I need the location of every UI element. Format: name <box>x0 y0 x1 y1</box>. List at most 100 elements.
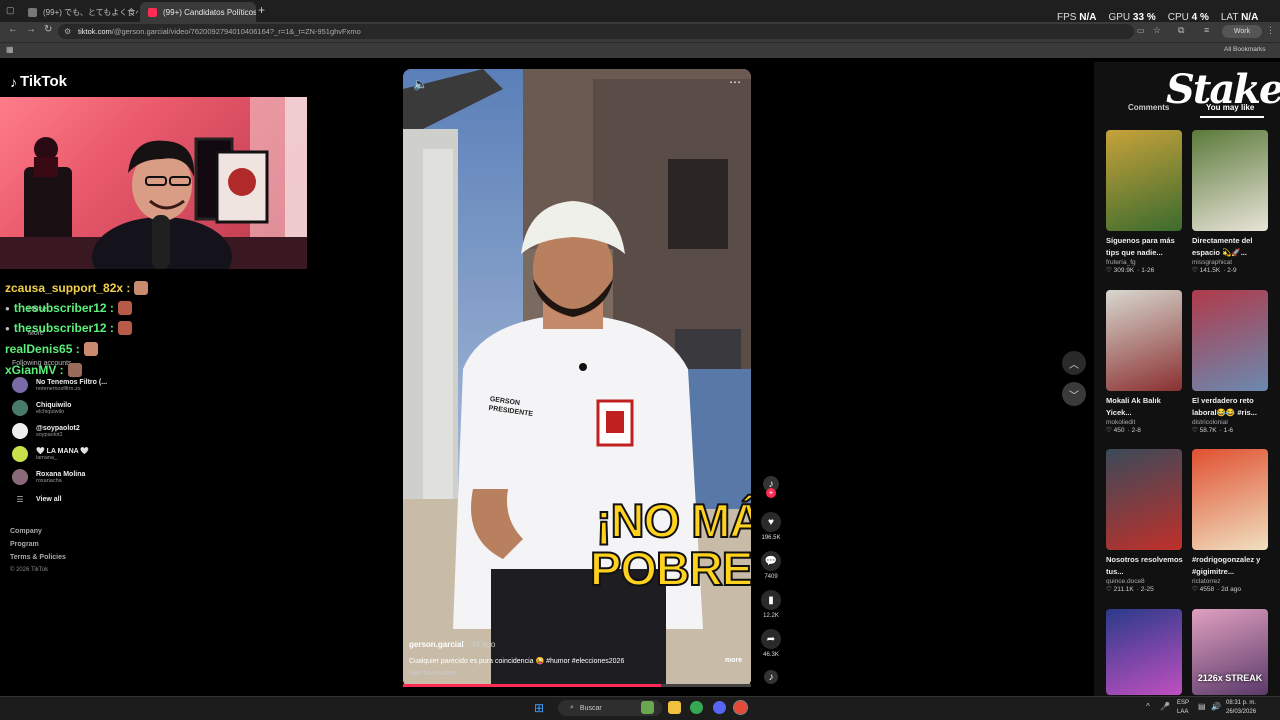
share-button[interactable]: ➦ 46.3K <box>760 629 782 658</box>
forward-icon[interactable]: → <box>26 24 36 35</box>
active-tab-indicator <box>1200 116 1264 118</box>
chevron-up-icon: ︿ <box>1069 359 1079 371</box>
card-thumbnail[interactable] <box>1106 290 1182 391</box>
card-author[interactable]: districolonial <box>1192 419 1274 426</box>
caption-more-button[interactable]: more <box>725 657 742 664</box>
discord-icon[interactable] <box>713 701 726 714</box>
card-overlay-text: 2126x STREAK <box>1197 673 1263 683</box>
card-author[interactable]: frutería_fg <box>1106 259 1188 266</box>
recommended-card[interactable] <box>1106 609 1182 695</box>
comment-button[interactable]: 💬 7409 <box>760 551 782 580</box>
following-account[interactable]: No Tenemos Filtro (... notenemosfiltro.zs <box>12 377 107 393</box>
site-info-icon[interactable]: ⚙ <box>64 27 71 36</box>
chrome-active-icon[interactable] <box>733 700 748 715</box>
footer-company[interactable]: Company <box>10 528 42 535</box>
card-title[interactable]: Directamente del espacio 💫🚀... <box>1192 235 1274 259</box>
tray-chevron-icon[interactable]: ^ <box>1146 702 1150 711</box>
language-indicator[interactable]: ESP LAA <box>1177 699 1189 717</box>
avatar <box>12 377 28 393</box>
chrome-icon[interactable] <box>690 701 703 714</box>
cast-icon[interactable]: ▭ <box>1137 26 1145 35</box>
browser-tab-1[interactable]: (99+) でも、とてもよく食べたので... ✕ <box>20 2 138 22</box>
card-title[interactable]: Mokali Ak Balık Yicek... <box>1106 395 1188 419</box>
view-all-link[interactable]: ☰ View all <box>12 495 61 504</box>
card-thumbnail[interactable] <box>1106 130 1182 231</box>
video-player[interactable]: GERSONPRESIDENTE ¡NO MÁS POBREZA 🔈 ⋯ <box>403 69 751 687</box>
card-stats: ♡ 141.5K · 2-9 <box>1192 267 1237 274</box>
avatar <box>12 469 28 485</box>
recommended-card[interactable]: Nosotros resolvemos tus... quince.doce8 ♡ … <box>1106 449 1188 593</box>
profile-button[interactable]: Work <box>1222 25 1262 38</box>
tab-list-icon[interactable]: ▢ <box>6 5 15 16</box>
address-bar[interactable]: tiktok.com/@gerson.garcial/video/7620092… <box>58 24 1134 39</box>
emote-icon <box>117 321 132 335</box>
menu-icon[interactable]: ⋮ <box>1266 25 1275 36</box>
card-stats: ♡ 58.7K · 1-6 <box>1192 427 1233 434</box>
card-thumbnail[interactable] <box>1106 449 1182 550</box>
emote-icon <box>134 281 149 295</box>
file-explorer-icon[interactable] <box>668 701 681 714</box>
tiktok-note-icon: ♪ <box>10 73 17 90</box>
card-title[interactable]: El verdadero reto laboral😂😂 #ris... <box>1192 395 1274 419</box>
card-author[interactable]: mokoliedit <box>1106 419 1188 426</box>
following-account[interactable]: @soypaolot2 soypaolot2 <box>12 423 80 439</box>
back-icon[interactable]: ← <box>8 24 18 35</box>
card-thumbnail[interactable] <box>1192 290 1268 391</box>
apps-icon[interactable]: ▦ <box>6 45 14 54</box>
recommended-card[interactable]: Síguenos para más tips que nadie... frute… <box>1106 130 1188 274</box>
see-translation-link[interactable]: See translation <box>409 670 456 677</box>
more-options-icon[interactable]: ⋯ <box>729 75 741 89</box>
card-thumbnail[interactable] <box>1106 609 1182 695</box>
browser-tab-2[interactable]: (99+) Candidatos Políticos ✕ <box>140 2 256 22</box>
sound-disc[interactable]: ♪ <box>760 670 782 684</box>
card-title[interactable]: Síguenos para más tips que nadie... <box>1106 235 1188 259</box>
volume-tray-icon[interactable]: 🔊 <box>1211 702 1221 711</box>
tab-comments[interactable]: Comments <box>1128 103 1169 112</box>
recommended-card[interactable]: Mokali Ak Balık Yicek... mokoliedit ♡ 450 ·… <box>1106 290 1188 434</box>
card-stats: ♡ 4558 · 2d ago <box>1192 586 1241 593</box>
recommended-card[interactable]: 2126x STREAK <box>1192 609 1268 695</box>
footer-program[interactable]: Program <box>10 541 39 548</box>
card-title[interactable]: Nosotros resolvemos tus... <box>1106 554 1188 578</box>
card-author[interactable]: riclatorrez <box>1192 578 1274 585</box>
following-account[interactable]: Chiquiwilo elchiquiwilo <box>12 400 71 416</box>
badge-icon: ● <box>5 323 10 333</box>
previous-video-button[interactable]: ︿ <box>1062 351 1086 375</box>
tiktok-logo[interactable]: ♪ TikTok <box>10 73 67 90</box>
card-thumbnail[interactable] <box>1192 449 1268 550</box>
recommended-card[interactable]: Directamente del espacio 💫🚀... missgraphi… <box>1192 130 1274 274</box>
list-icon: ☰ <box>16 495 24 504</box>
windows-start-icon[interactable]: ⊞ <box>534 701 544 715</box>
extensions-icon[interactable]: ⧉ <box>1178 25 1184 36</box>
video-author[interactable]: gerson.garcial · 4d ago <box>409 640 495 649</box>
recommended-card[interactable]: #rodrigogonzalez y #gigimitre... riclator… <box>1192 449 1274 593</box>
save-button[interactable]: ▮ 12.2K <box>760 590 782 619</box>
card-author[interactable]: missgraphicat <box>1192 259 1274 266</box>
footer-terms[interactable]: Terms & Policies <box>10 554 66 561</box>
video-progress-bar[interactable] <box>403 684 751 687</box>
card-title[interactable]: #rodrigogonzalez y #gigimitre... <box>1192 554 1274 578</box>
card-stats: ♡ 450 · 2-8 <box>1106 427 1141 434</box>
like-button[interactable]: ♥ 196.5K <box>760 512 782 541</box>
volume-icon[interactable]: 🔈 <box>413 77 428 91</box>
network-icon[interactable]: ▤ <box>1198 702 1206 711</box>
new-tab-icon[interactable]: + <box>258 3 265 17</box>
tab-title: (99+) Candidatos Políticos <box>163 7 256 17</box>
all-bookmarks-button[interactable]: All Bookmarks <box>1224 46 1266 53</box>
system-clock[interactable]: 08:31 p. m. 26/03/2026 <box>1226 699 1256 717</box>
following-account[interactable]: 🤍 LA MANA 🤍 lamana_ <box>12 446 89 462</box>
chat-message: zcausa_support_82x : <box>5 281 149 295</box>
avatar <box>12 400 28 416</box>
reload-icon[interactable]: ↻ <box>44 24 52 35</box>
recommended-card[interactable]: El verdadero reto laboral😂😂 #ris... distr… <box>1192 290 1274 434</box>
following-account[interactable]: Roxana Molina roxanacha <box>12 469 85 485</box>
card-author[interactable]: quince.doce8 <box>1106 578 1188 585</box>
next-video-button[interactable]: ﹀ <box>1062 382 1086 406</box>
stake-logo: Stake <box>1166 66 1280 113</box>
author-avatar[interactable]: ♪ + <box>760 476 782 498</box>
footer-copyright: © 2026 TikTok <box>10 567 49 573</box>
media-icon[interactable]: ≡ <box>1204 25 1209 35</box>
bookmark-star-icon[interactable]: ☆ <box>1153 25 1161 36</box>
card-thumbnail[interactable] <box>1192 130 1268 231</box>
microphone-icon[interactable]: 🎤 <box>1160 702 1170 711</box>
